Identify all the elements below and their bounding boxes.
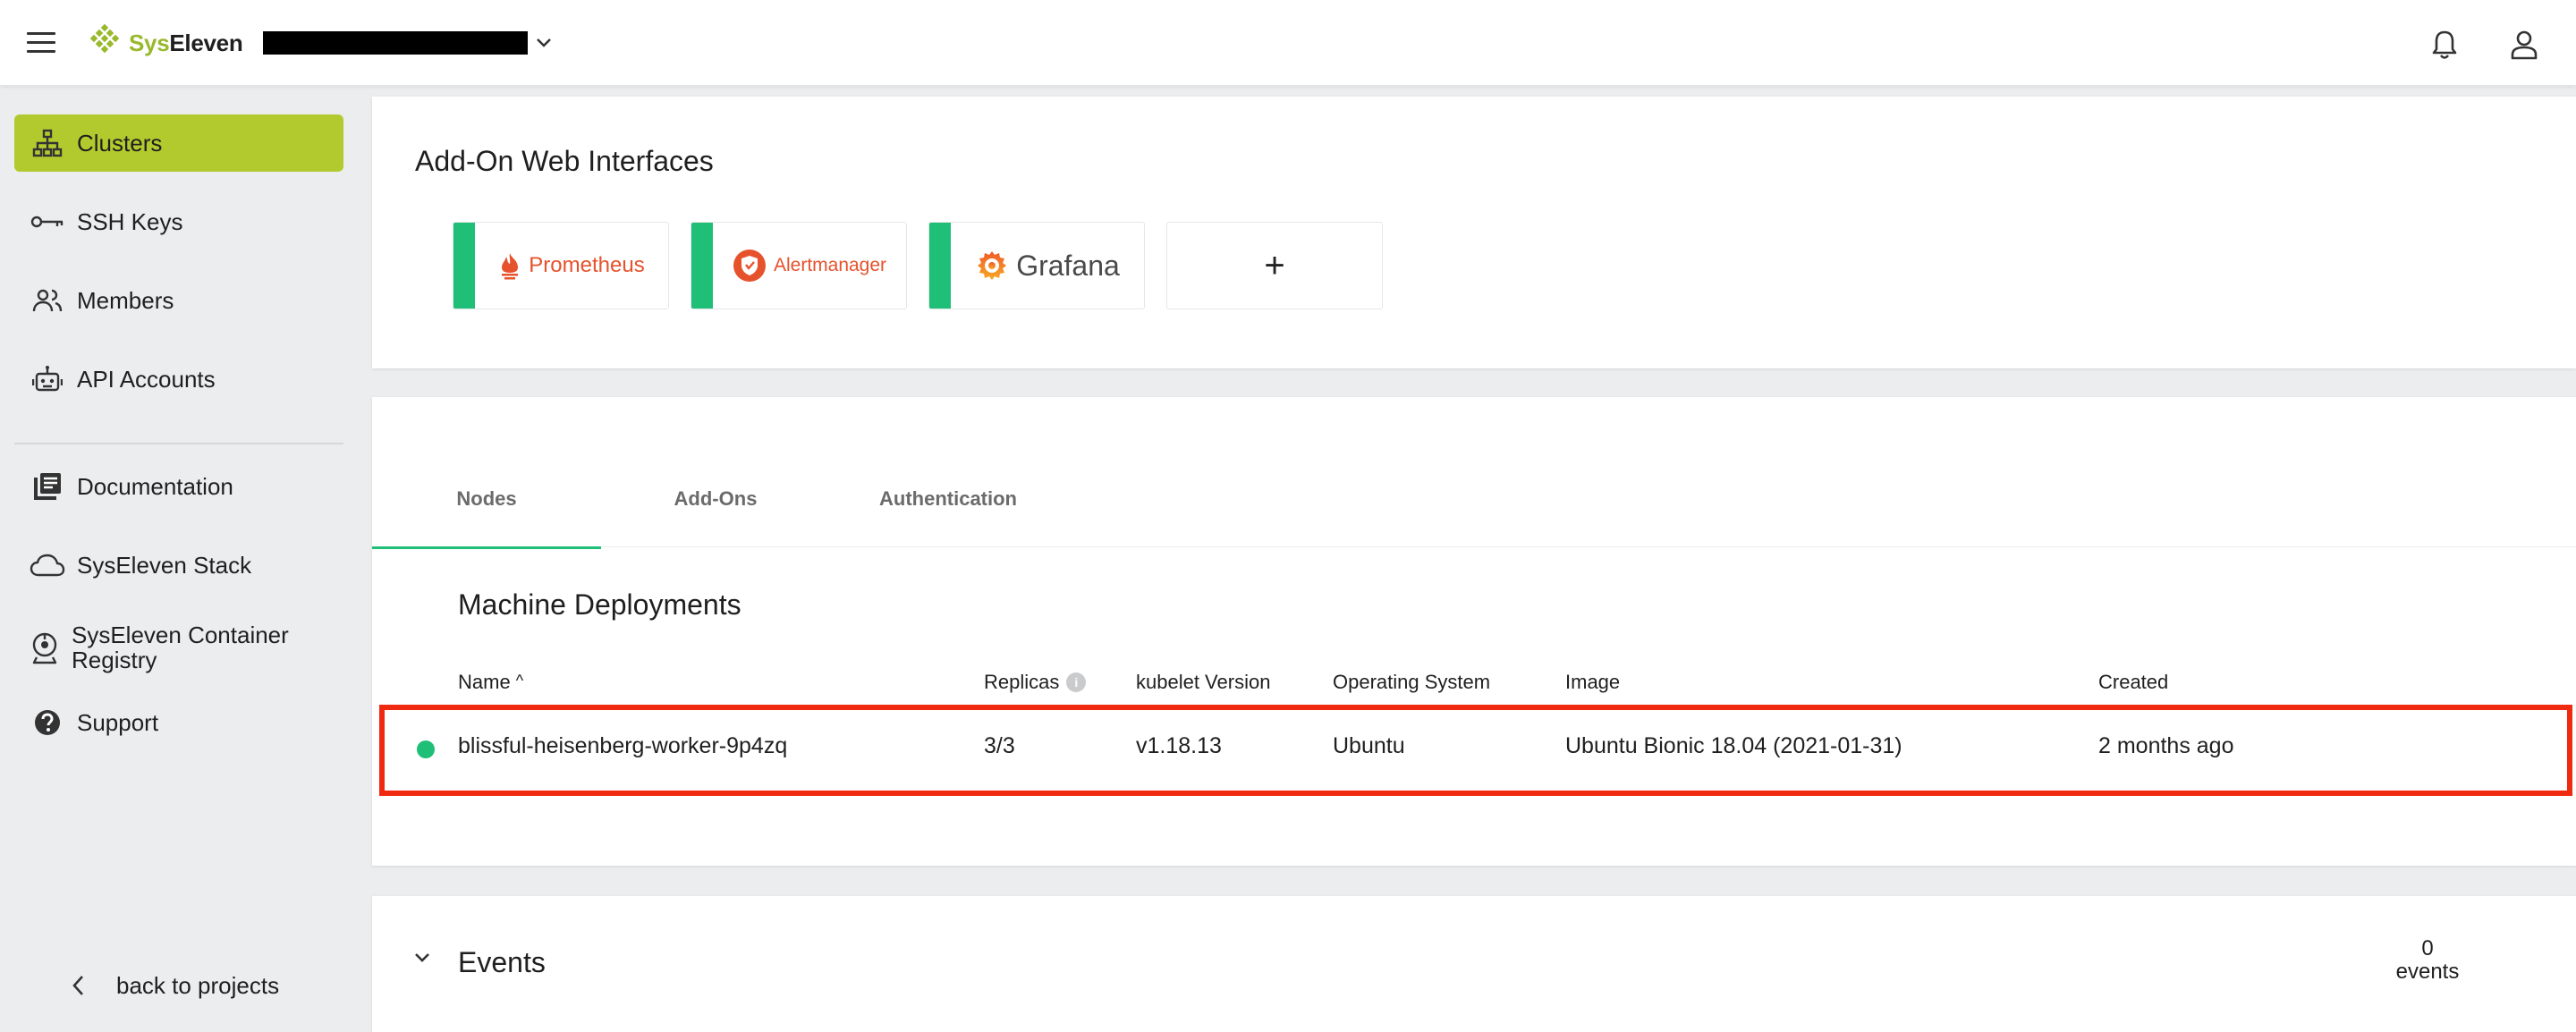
syseleven-logo-icon (89, 23, 120, 54)
tab-bar: Nodes Add-Ons Authentication (372, 451, 2576, 549)
add-addon-button[interactable]: + (1166, 222, 1383, 309)
sidebar-item-label: SSH Keys (77, 208, 183, 235)
column-header-replicas: Replicas i (984, 671, 1087, 694)
tile-accent (691, 223, 713, 309)
members-icon (32, 289, 63, 312)
cell-image: Ubuntu Bionic 18.04 (2021-01-31) (1565, 733, 1902, 758)
sidebar-item-documentation[interactable]: Documentation (14, 458, 343, 515)
sidebar-item-syseleven-stack[interactable]: SysEleven Stack (14, 537, 343, 594)
sidebar-item-label: Support (77, 709, 159, 736)
sidebar-item-label: Clusters (77, 130, 163, 156)
events-card: Events 0 events (372, 896, 2576, 1032)
documentation-icon (34, 473, 61, 500)
alertmanager-tile[interactable]: Alertmanager (691, 222, 907, 309)
status-indicator (417, 740, 435, 758)
grafana-tile[interactable]: Grafana (928, 222, 1145, 309)
events-count-label: events (2395, 960, 2460, 984)
chevron-left-icon (72, 976, 83, 995)
tab-authentication[interactable]: Authentication (830, 451, 1066, 547)
plus-icon: + (1264, 246, 1285, 285)
top-bar: SysEleven (0, 0, 2576, 86)
events-count-value: 0 (2421, 936, 2434, 960)
logo-text: SysEleven (129, 29, 243, 56)
column-header-operating-system: Operating System (1333, 671, 1491, 693)
tab-add-ons[interactable]: Add-Ons (601, 451, 830, 547)
info-icon[interactable]: i (1066, 672, 1087, 692)
back-to-projects-label: back to projects (116, 972, 280, 999)
chevron-down-icon[interactable] (413, 952, 431, 964)
project-name-redacted (263, 31, 528, 55)
grafana-label: Grafana (1016, 249, 1120, 282)
cell-kubelet-version: v1.18.13 (1136, 733, 1222, 758)
sidebar-item-members[interactable]: Members (14, 272, 343, 329)
cell-operating-system: Ubuntu (1333, 733, 1405, 758)
cell-name[interactable]: blissful-heisenberg-worker-9p4zq (458, 733, 787, 759)
bell-icon[interactable] (2427, 27, 2462, 63)
sidebar-item-label: API Accounts (77, 366, 216, 393)
sidebar-item-label: Members (77, 287, 174, 314)
sort-ascending-icon: ^ (515, 671, 524, 689)
alertmanager-label: Alertmanager (773, 255, 887, 275)
tile-accent (929, 223, 951, 309)
column-header-image: Image (1565, 671, 1621, 693)
prometheus-tile[interactable]: Prometheus (453, 222, 669, 309)
cluster-icon (32, 129, 63, 157)
user-icon[interactable] (2506, 27, 2542, 63)
sidebar-item-label: SysEleven Stack (77, 552, 252, 579)
logo[interactable]: SysEleven (89, 18, 243, 68)
sidebar-divider (14, 443, 343, 444)
registry-icon (32, 632, 57, 664)
sidebar-item-container-registry[interactable]: SysEleven Container Registry (14, 615, 343, 680)
addon-web-interfaces-card: Add-On Web Interfaces Prometheus Alertma… (372, 97, 2576, 368)
tab-nodes[interactable]: Nodes (372, 451, 601, 549)
alertmanager-icon (733, 250, 766, 282)
robot-icon (32, 366, 63, 392)
sidebar-item-ssh-keys[interactable]: SSH Keys (14, 193, 343, 250)
events-title[interactable]: Events (458, 946, 546, 979)
sidebar-item-label: Documentation (77, 473, 233, 500)
sidebar-item-label: SysEleven Container Registry (72, 622, 289, 673)
column-header-created: Created (2098, 671, 2169, 693)
cell-replicas: 3/3 (984, 733, 1015, 758)
cloud-icon (30, 554, 65, 577)
events-count: 0 events (2374, 937, 2481, 984)
project-selector[interactable] (263, 29, 553, 57)
sidebar-item-api-accounts[interactable]: API Accounts (14, 351, 343, 408)
nodes-card: Nodes Add-Ons Authentication Machine Dep… (372, 397, 2576, 866)
menu-icon[interactable] (27, 32, 59, 57)
prometheus-label: Prometheus (529, 253, 645, 277)
column-header-kubelet-version: kubelet Version (1136, 671, 1271, 693)
help-icon (35, 710, 60, 735)
addons-title: Add-On Web Interfaces (415, 145, 714, 177)
sidebar: Clusters SSH Keys Members API Accounts D… (0, 86, 358, 1032)
chevron-down-icon (537, 38, 551, 47)
machine-deployments-title: Machine Deployments (458, 588, 741, 621)
sidebar-item-clusters[interactable]: Clusters (14, 114, 343, 172)
tile-accent (453, 223, 475, 309)
grafana-icon (978, 251, 1007, 280)
sidebar-item-support[interactable]: Support (14, 694, 343, 751)
cell-created: 2 months ago (2098, 733, 2234, 758)
prometheus-icon (502, 253, 519, 280)
column-header-name[interactable]: Name ^ (458, 671, 523, 694)
key-icon (30, 216, 64, 228)
back-to-projects-link[interactable]: back to projects (72, 973, 279, 998)
